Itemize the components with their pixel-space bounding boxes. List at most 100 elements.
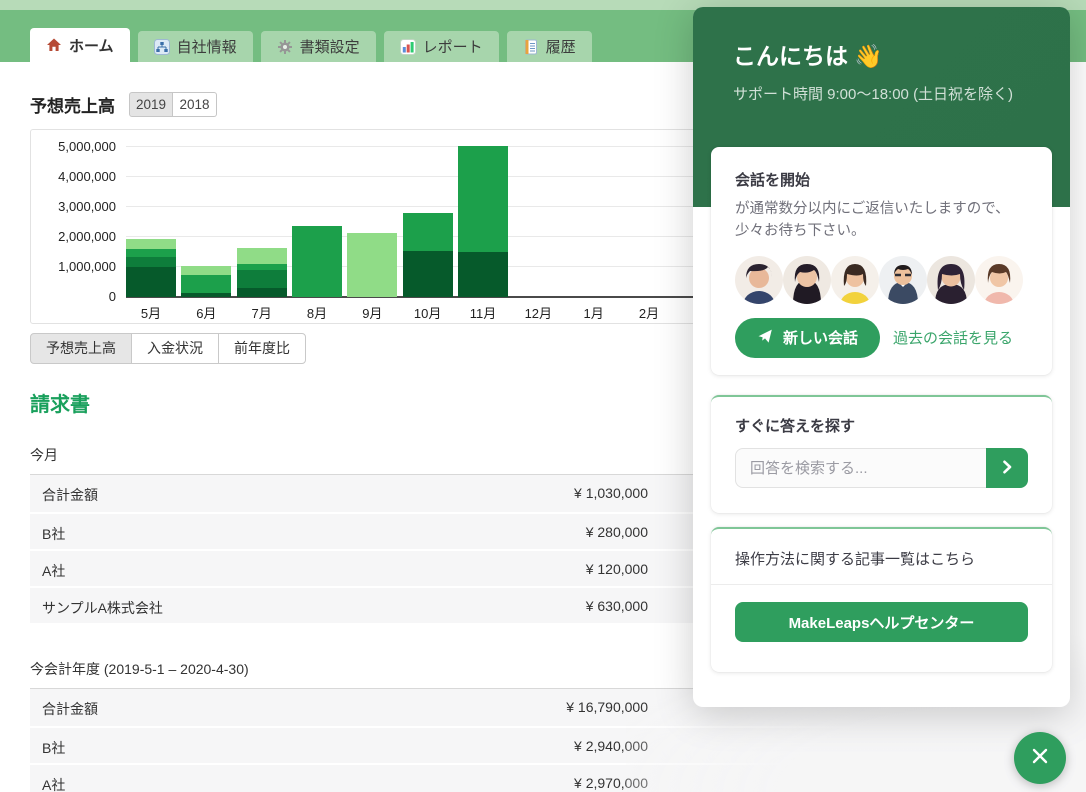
help-center-card: 操作方法に関する記事一覧はこちら MakeLeapsヘルプセンター: [711, 527, 1052, 672]
support-avatar-5: [927, 256, 975, 304]
table-row: B社 ¥ 2,940,000: [30, 726, 960, 763]
bar-segment-medium-green: [126, 257, 176, 267]
conversation-card-title: 会話を開始: [735, 169, 1028, 190]
org-icon: [154, 39, 170, 55]
row-amount: ¥ 280,000: [586, 524, 648, 540]
bar-10月[interactable]: [403, 213, 453, 297]
see-previous-conversations-link[interactable]: 過去の会話を見る: [893, 327, 1013, 348]
bar-segment-light-green: [347, 233, 397, 298]
answer-search-input[interactable]: [735, 448, 986, 488]
x-axis-tick-label: 8月: [287, 303, 347, 322]
support-avatar-2: [783, 256, 831, 304]
help-center-button[interactable]: MakeLeapsヘルプセンター: [735, 602, 1028, 642]
messenger-close-launcher[interactable]: [1014, 732, 1066, 784]
messenger-greeting: こんにちは 👋: [733, 37, 1036, 71]
tab-company-info-label: 自社情報: [177, 36, 237, 57]
row-label: B社: [42, 738, 65, 758]
row-label: A社: [42, 775, 65, 792]
row-label: サンプルA株式会社: [42, 598, 163, 618]
gear-icon: [277, 39, 293, 55]
y-axis-tick-label: 5,000,000: [36, 139, 116, 154]
support-avatar-3: [831, 256, 879, 304]
x-axis-tick-label: 9月: [342, 303, 402, 322]
y-axis-tick-label: 2,000,000: [36, 229, 116, 244]
bar-segment-bright-green: [126, 249, 176, 257]
bar-segment-bright-green: [458, 146, 508, 253]
y-axis-tick-label: 3,000,000: [36, 199, 116, 214]
chart-view-switcher: 予想売上高 入金状況 前年度比: [30, 333, 306, 364]
support-avatar-1: [735, 256, 783, 304]
tab-home[interactable]: ホーム: [30, 28, 130, 62]
bar-7月[interactable]: [237, 248, 287, 298]
row-amount: ¥ 16,790,000: [566, 699, 648, 715]
tab-document-settings-label: 書類設定: [300, 36, 360, 57]
year-2019-button[interactable]: 2019: [129, 92, 173, 117]
tab-document-settings[interactable]: 書類設定: [261, 31, 376, 62]
bar-segment-light-green: [181, 266, 231, 275]
tab-report[interactable]: レポート: [384, 31, 499, 62]
bar-segment-bright-green: [181, 275, 231, 293]
search-card-title: すぐに答えを探す: [735, 415, 1028, 436]
support-messenger-panel: こんにちは 👋 サポート時間 9:00〜18:00 (土日祝を除く) 会話を開始…: [693, 7, 1070, 707]
answer-search-card: すぐに答えを探す: [711, 395, 1052, 513]
new-conversation-button[interactable]: 新しい会話: [735, 318, 880, 358]
conversation-card-description: が通常数分以内にご返信いたしますので、少々お待ち下さい。: [735, 198, 1028, 243]
bar-6月[interactable]: [181, 266, 231, 298]
search-submit-button[interactable]: [986, 448, 1028, 488]
bar-segment-dark-green: [181, 293, 231, 298]
bar-segment-bright-green: [292, 226, 342, 297]
row-label: B社: [42, 524, 65, 544]
start-conversation-card: 会話を開始 が通常数分以内にご返信いたしますので、少々お待ち下さい。 新しい会話…: [711, 147, 1052, 375]
bar-segment-dark-green: [458, 252, 508, 297]
bar-segment-medium-green: [237, 270, 287, 288]
support-team-avatars: [735, 256, 1028, 304]
help-card-text: 操作方法に関する記事一覧はこちら: [711, 529, 1052, 585]
tab-company-info[interactable]: 自社情報: [138, 31, 253, 62]
chevron-right-icon: [999, 459, 1015, 478]
view-payments-button[interactable]: 入金状況: [131, 333, 219, 364]
view-forecast-button[interactable]: 予想売上高: [30, 333, 132, 364]
support-avatar-4: [879, 256, 927, 304]
send-icon: [757, 328, 773, 348]
x-axis-tick-label: 5月: [121, 303, 181, 322]
x-axis-tick-label: 6月: [176, 303, 236, 322]
tab-home-label: ホーム: [69, 35, 114, 56]
row-amount: ¥ 120,000: [586, 561, 648, 577]
bar-8月[interactable]: [292, 226, 342, 297]
page-title: 予想売上高: [30, 92, 115, 117]
y-axis-tick-label: 0: [36, 289, 116, 304]
x-axis-tick-label: 10月: [398, 303, 458, 322]
bar-segment-dark-green: [126, 267, 176, 297]
y-axis-tick-label: 4,000,000: [36, 169, 116, 184]
bar-segment-dark-green: [403, 251, 453, 298]
row-amount: ¥ 1,030,000: [574, 485, 648, 501]
x-axis-tick-label: 1月: [564, 303, 624, 322]
year-2018-button[interactable]: 2018: [173, 92, 217, 117]
support-avatar-6: [975, 256, 1023, 304]
new-conversation-label: 新しい会話: [783, 327, 858, 348]
row-amount: ¥ 2,940,000: [574, 738, 648, 754]
tab-history-label: 履歴: [546, 36, 576, 57]
row-amount: ¥ 2,970,000: [574, 775, 648, 791]
table-row: A社 ¥ 2,970,000: [30, 763, 960, 792]
bar-segment-bright-green: [403, 213, 453, 251]
tab-history[interactable]: 履歴: [507, 31, 592, 62]
bar-9月[interactable]: [347, 233, 397, 298]
row-label: 合計金額: [42, 699, 98, 719]
tab-report-label: レポート: [423, 36, 483, 57]
view-yoy-button[interactable]: 前年度比: [218, 333, 306, 364]
history-icon: [523, 39, 539, 55]
row-label: 合計金額: [42, 485, 98, 505]
row-label: A社: [42, 561, 65, 581]
report-icon: [400, 39, 416, 55]
x-axis-tick-label: 7月: [232, 303, 292, 322]
messenger-support-hours: サポート時間 9:00〜18:00 (土日祝を除く): [733, 83, 1043, 107]
x-axis-tick-label: 11月: [453, 303, 513, 322]
bar-11月[interactable]: [458, 146, 508, 298]
close-icon: [1030, 746, 1050, 771]
bar-segment-light-green: [126, 239, 176, 249]
bar-segment-dark-green: [237, 288, 287, 297]
bar-segment-light-green: [237, 248, 287, 265]
bar-5月[interactable]: [126, 239, 176, 297]
x-axis-tick-label: 12月: [508, 303, 568, 322]
